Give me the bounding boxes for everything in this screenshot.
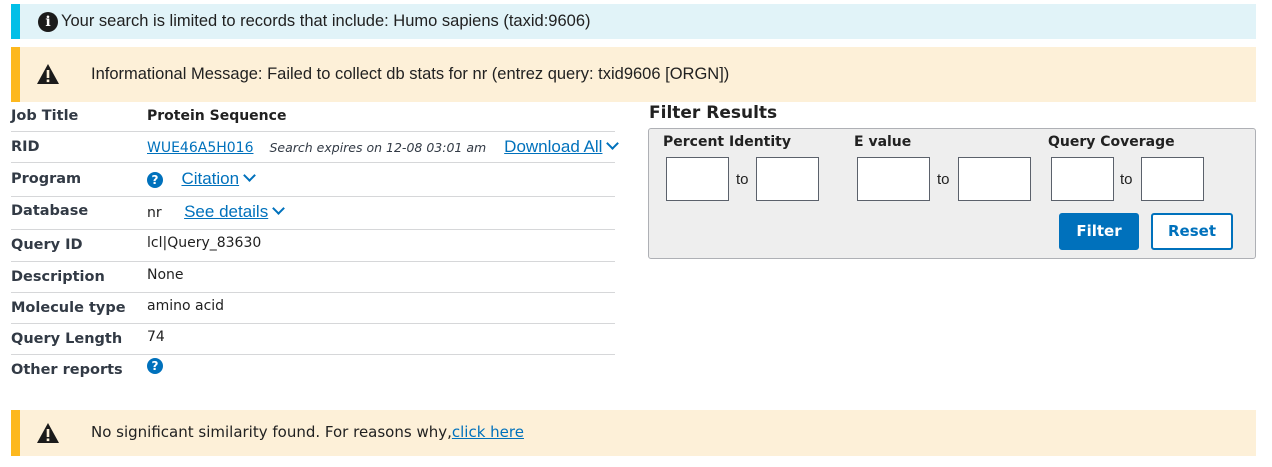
rid-label: RID bbox=[11, 139, 40, 155]
filter-results-panel: Percent Identity to E value to Query Cov… bbox=[648, 128, 1256, 259]
other-reports-label: Other reports bbox=[11, 362, 123, 378]
download-all-link[interactable]: Download All bbox=[504, 137, 602, 156]
other-reports-value: ? bbox=[147, 358, 163, 374]
molecule-type-value: amino acid bbox=[147, 298, 225, 314]
molecule-type-row: Molecule type amino acid bbox=[11, 293, 615, 324]
click-here-link[interactable]: click here bbox=[452, 423, 524, 441]
search-expires-text: Search expires on 12-08 03:01 am bbox=[269, 140, 487, 155]
e-value-from-input[interactable] bbox=[857, 157, 930, 201]
query-coverage-to-label: to bbox=[1120, 171, 1133, 188]
warning-icon bbox=[37, 423, 59, 443]
query-id-row: Query ID lcl|Query_83630 bbox=[11, 230, 615, 262]
filter-button[interactable]: Filter bbox=[1059, 213, 1139, 250]
help-icon[interactable]: ? bbox=[147, 172, 163, 188]
program-label: Program bbox=[11, 171, 82, 187]
job-title-label: Job Title bbox=[11, 108, 79, 124]
query-coverage-label: Query Coverage bbox=[1048, 134, 1175, 150]
database-label: Database bbox=[11, 203, 89, 219]
info-banner: i Your search is limited to records that… bbox=[11, 4, 1256, 39]
molecule-type-label: Molecule type bbox=[11, 300, 126, 316]
filter-results-title: Filter Results bbox=[649, 103, 778, 123]
no-results-text: No significant similarity found. For rea… bbox=[91, 423, 452, 441]
query-coverage-to-input[interactable] bbox=[1141, 157, 1204, 201]
e-value-to-label: to bbox=[937, 171, 950, 188]
no-results-message: No significant similarity found. For rea… bbox=[91, 423, 524, 441]
chevron-down-icon[interactable] bbox=[243, 169, 256, 182]
percent-identity-to-input[interactable] bbox=[756, 157, 819, 201]
chevron-down-icon[interactable] bbox=[272, 202, 286, 215]
reset-button[interactable]: Reset bbox=[1151, 213, 1233, 250]
percent-identity-label: Percent Identity bbox=[663, 134, 791, 150]
query-length-value: 74 bbox=[147, 329, 165, 345]
query-length-row: Query Length 74 bbox=[11, 324, 615, 355]
description-row: Description None bbox=[11, 262, 615, 293]
percent-identity-from-input[interactable] bbox=[666, 157, 729, 201]
warning-icon bbox=[37, 64, 59, 84]
other-reports-row: Other reports ? bbox=[11, 355, 615, 386]
help-icon[interactable]: ? bbox=[147, 358, 163, 374]
search-summary-table: Job Title Protein Sequence RID WUE46A5H0… bbox=[11, 101, 620, 386]
query-id-value: lcl|Query_83630 bbox=[147, 235, 262, 251]
citation-link[interactable]: Citation bbox=[181, 169, 239, 188]
job-title-value: Protein Sequence bbox=[147, 108, 287, 124]
job-title-row: Job Title Protein Sequence bbox=[11, 101, 615, 132]
description-label: Description bbox=[11, 269, 105, 285]
rid-value-group: WUE46A5H016 Search expires on 12-08 03:01… bbox=[147, 137, 620, 157]
warning-banner-text: Informational Message: Failed to collect… bbox=[91, 65, 730, 83]
info-banner-text: Your search is limited to records that i… bbox=[61, 12, 591, 30]
warning-banner: Informational Message: Failed to collect… bbox=[11, 47, 1256, 102]
query-coverage-from-input[interactable] bbox=[1051, 157, 1114, 201]
see-details-link[interactable]: See details bbox=[184, 202, 268, 221]
no-results-banner: No significant similarity found. For rea… bbox=[11, 410, 1256, 456]
e-value-label: E value bbox=[854, 134, 912, 150]
program-value-group: ? Citation bbox=[147, 169, 256, 189]
query-length-label: Query Length bbox=[11, 331, 123, 347]
query-id-label: Query ID bbox=[11, 237, 83, 253]
description-value: None bbox=[147, 267, 184, 283]
database-value-group: nr See details bbox=[147, 202, 286, 222]
rid-link[interactable]: WUE46A5H016 bbox=[147, 140, 253, 156]
percent-identity-to-label: to bbox=[736, 171, 749, 188]
chevron-down-icon[interactable] bbox=[606, 137, 620, 150]
database-row: Database nr See details bbox=[11, 197, 615, 230]
info-icon: i bbox=[38, 12, 58, 32]
rid-row: RID WUE46A5H016 Search expires on 12-08 0… bbox=[11, 132, 620, 163]
database-value: nr bbox=[147, 205, 162, 221]
e-value-to-input[interactable] bbox=[958, 157, 1031, 201]
program-row: Program ? Citation bbox=[11, 163, 615, 197]
